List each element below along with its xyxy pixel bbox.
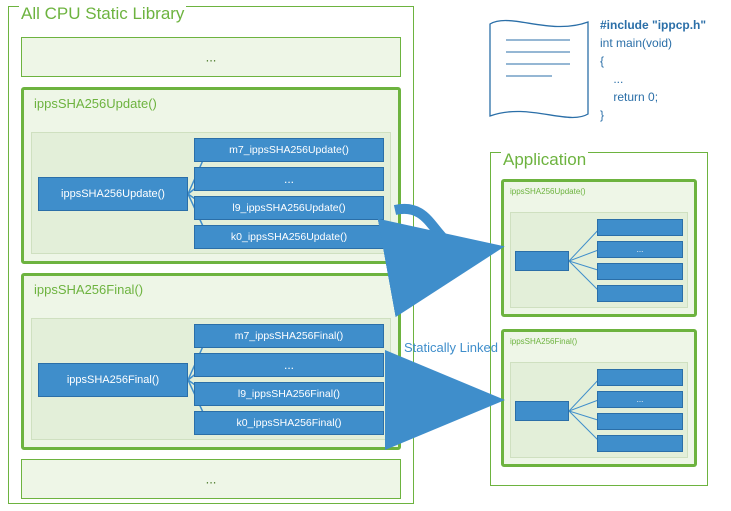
impl-box: m7_ippsSHA256Update() — [194, 138, 384, 162]
func-update-box: ippsSHA256Update() ippsSHA256Update() m7… — [21, 87, 401, 264]
func-final-title: ippsSHA256Final() — [24, 276, 398, 305]
mini-impl: ... — [597, 241, 683, 258]
library-ellipsis-top: ... — [21, 37, 401, 77]
mini-update-box: ippsSHA256Update() ... — [501, 179, 697, 317]
func-update-title: ippsSHA256Update() — [24, 90, 398, 119]
document-icon — [480, 10, 600, 130]
mini-final-inner: ... — [510, 362, 688, 458]
impl-box: l9_ippsSHA256Update() — [194, 196, 384, 220]
mini-impl — [597, 435, 683, 452]
mini-impl — [597, 369, 683, 386]
mini-update-inner: ... — [510, 212, 688, 308]
dispatch-final: ippsSHA256Final() — [38, 363, 188, 397]
mini-impl — [597, 413, 683, 430]
library-ellipsis-bottom: ... — [21, 459, 401, 499]
impl-box: k0_ippsSHA256Update() — [194, 225, 384, 249]
func-final-box: ippsSHA256Final() ippsSHA256Final() m7_i… — [21, 273, 401, 450]
application-title: Application — [501, 150, 588, 170]
func-final-inner: ippsSHA256Final() m7_ippsSHA256Final() .… — [31, 318, 391, 440]
impl-col-final: m7_ippsSHA256Final() ... l9_ippsSHA256Fi… — [194, 324, 384, 440]
dispatch-update: ippsSHA256Update() — [38, 177, 188, 211]
mini-final-title: ippsSHA256Final() — [504, 332, 694, 351]
application-container: Application ippsSHA256Update() ... ippsS… — [490, 152, 708, 486]
code-text: #include "ippcp.h" int main(void) { ... … — [600, 16, 706, 124]
mini-impl-col: ... — [597, 369, 683, 457]
impl-box: ... — [194, 167, 384, 191]
func-update-inner: ippsSHA256Update() m7_ippsSHA256Update()… — [31, 132, 391, 254]
library-title: All CPU Static Library — [19, 4, 186, 24]
mini-update-title: ippsSHA256Update() — [504, 182, 694, 201]
mini-final-box: ippsSHA256Final() ... — [501, 329, 697, 467]
impl-col-update: m7_ippsSHA256Update() ... l9_ippsSHA256U… — [194, 138, 384, 254]
code-document: #include "ippcp.h" int main(void) { ... … — [480, 10, 710, 130]
mini-impl: ... — [597, 391, 683, 408]
mini-dispatch — [515, 401, 569, 421]
impl-box: k0_ippsSHA256Final() — [194, 411, 384, 435]
impl-box: m7_ippsSHA256Final() — [194, 324, 384, 348]
link-label: Statically Linked — [404, 340, 498, 355]
impl-box: ... — [194, 353, 384, 377]
mini-impl — [597, 263, 683, 280]
mini-impl — [597, 285, 683, 302]
impl-box: l9_ippsSHA256Final() — [194, 382, 384, 406]
mini-dispatch — [515, 251, 569, 271]
mini-impl — [597, 219, 683, 236]
library-container: All CPU Static Library ... ippsSHA256Upd… — [8, 6, 414, 504]
mini-impl-col: ... — [597, 219, 683, 307]
